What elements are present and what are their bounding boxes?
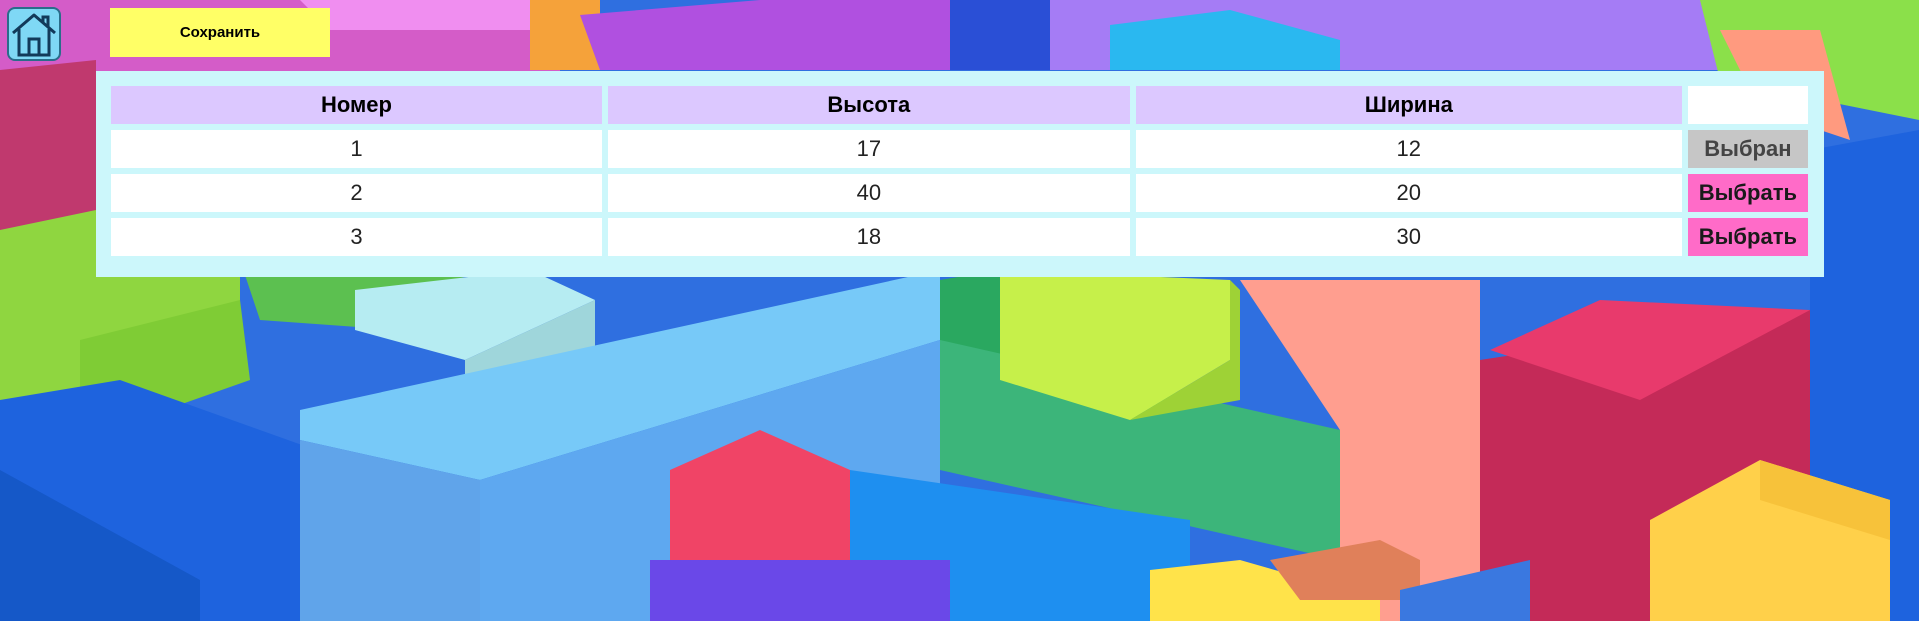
cell-action: Выбран [1687,130,1808,168]
column-header-width: Ширина [1135,86,1682,124]
cell-width: 20 [1135,174,1682,212]
cell-number: 3 [111,218,602,256]
home-button[interactable] [7,7,61,61]
cell-number: 2 [111,174,602,212]
table-row: 3 18 30 Выбрать [111,218,1808,256]
table-header-row: Номер Высота Ширина [111,86,1808,124]
save-button[interactable]: Сохранить [110,8,330,57]
cell-width: 30 [1135,218,1682,256]
choose-button[interactable]: Выбрать [1687,174,1808,212]
column-header-action [1687,86,1808,124]
cell-width: 12 [1135,130,1682,168]
table-row: 1 17 12 Выбран [111,130,1808,168]
column-header-height: Высота [607,86,1130,124]
table-row: 2 40 20 Выбрать [111,174,1808,212]
items-table: Номер Высота Ширина 1 17 12 Выбран 2 40 … [105,80,1814,262]
cell-height: 40 [607,174,1130,212]
cell-height: 18 [607,218,1130,256]
cell-height: 17 [607,130,1130,168]
cell-number: 1 [111,130,602,168]
selected-button[interactable]: Выбран [1687,130,1808,168]
cell-action: Выбрать [1687,218,1808,256]
app-screen: Сохранить Номер Высота Ширина 1 17 12 Вы… [0,0,1919,621]
home-icon [12,13,56,57]
column-header-number: Номер [111,86,602,124]
choose-button[interactable]: Выбрать [1687,218,1808,256]
items-table-panel: Номер Высота Ширина 1 17 12 Выбран 2 40 … [96,71,1824,277]
cell-action: Выбрать [1687,174,1808,212]
